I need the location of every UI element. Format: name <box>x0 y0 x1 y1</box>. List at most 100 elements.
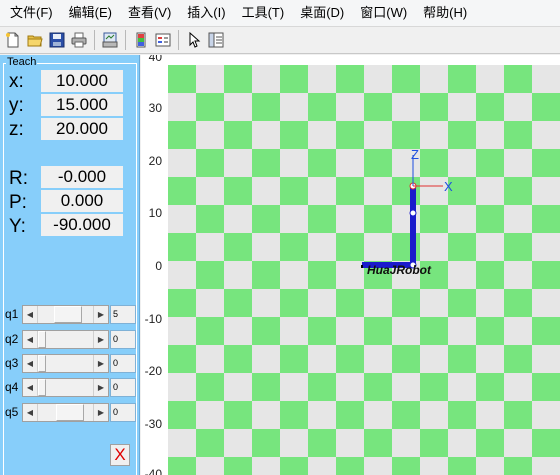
joint-value-3[interactable]: 0 <box>110 354 136 373</box>
checker-tile <box>196 401 224 429</box>
pointer-icon[interactable] <box>183 30 204 51</box>
checker-tile <box>532 317 560 345</box>
checker-tile <box>168 93 196 121</box>
checker-tile <box>364 289 392 317</box>
slider-thumb[interactable] <box>54 306 83 323</box>
checker-tile <box>224 233 252 261</box>
slider-thumb[interactable] <box>38 331 46 348</box>
print-figure-icon[interactable] <box>99 30 120 51</box>
checker-tile <box>252 261 280 289</box>
joint-slider-3[interactable]: ◀ ▶ <box>22 354 109 373</box>
checker-tile <box>168 177 196 205</box>
checker-tile <box>168 289 196 317</box>
checker-tile <box>476 457 504 475</box>
close-button[interactable]: X <box>110 444 130 466</box>
checker-tile <box>308 317 336 345</box>
checker-tile <box>196 233 224 261</box>
slider-left-arrow-icon[interactable]: ◀ <box>23 331 38 348</box>
checker-tile <box>392 65 420 93</box>
joint-slider-4[interactable]: ◀ ▶ <box>22 378 109 397</box>
coord-label-y: y: <box>9 95 24 116</box>
checker-tile <box>420 401 448 429</box>
checker-tile <box>280 121 308 149</box>
y-axis-ticks: 40 30 20 10 0 -10 -20 -30 -40 <box>145 50 163 475</box>
slider-left-arrow-icon[interactable]: ◀ <box>23 379 38 396</box>
checker-tile <box>476 121 504 149</box>
checker-tile <box>224 177 252 205</box>
joint-value-5[interactable]: 0 <box>110 403 136 422</box>
menu-window[interactable]: 窗口(W) <box>352 2 415 24</box>
slider-thumb[interactable] <box>56 404 85 421</box>
save-icon[interactable] <box>46 30 67 51</box>
coord-label-z: z: <box>9 119 24 140</box>
coord-value-p: 0.000 <box>41 190 123 212</box>
checker-tile <box>504 289 532 317</box>
slider-right-arrow-icon[interactable]: ▶ <box>93 306 108 323</box>
legend-icon[interactable] <box>152 30 173 51</box>
checker-tile <box>364 177 392 205</box>
checker-tile <box>364 205 392 233</box>
checker-tile <box>364 457 392 475</box>
joint-value-2[interactable]: 0 <box>110 330 136 349</box>
checker-tile <box>252 121 280 149</box>
open-folder-icon[interactable] <box>24 30 45 51</box>
slider-left-arrow-icon[interactable]: ◀ <box>23 306 38 323</box>
slider-thumb[interactable] <box>38 355 46 372</box>
print-icon[interactable] <box>68 30 89 51</box>
slider-right-arrow-icon[interactable]: ▶ <box>93 331 108 348</box>
menu-view[interactable]: 查看(V) <box>120 2 179 24</box>
checker-tile <box>532 205 560 233</box>
slider-thumb[interactable] <box>38 379 46 396</box>
joint-label-1: q1 <box>5 307 19 321</box>
checker-tile <box>308 65 336 93</box>
checker-tile <box>532 65 560 93</box>
checker-tile <box>252 65 280 93</box>
menu-edit[interactable]: 编辑(E) <box>61 2 120 24</box>
coord-value-x: 10.000 <box>41 70 123 92</box>
checker-tile <box>168 149 196 177</box>
menu-file[interactable]: 文件(F) <box>2 2 61 24</box>
checker-tile <box>196 289 224 317</box>
checker-tile <box>504 177 532 205</box>
checker-tile <box>448 373 476 401</box>
property-inspector-icon[interactable] <box>205 30 226 51</box>
checker-tile <box>336 345 364 373</box>
slider-left-arrow-icon[interactable]: ◀ <box>23 355 38 372</box>
menu-insert[interactable]: 插入(I) <box>179 2 233 24</box>
menu-desktop[interactable]: 桌面(D) <box>292 2 352 24</box>
colorbar-icon[interactable] <box>130 30 151 51</box>
checker-tile <box>504 429 532 457</box>
y-tick-label: -40 <box>145 467 163 475</box>
checker-tile <box>504 205 532 233</box>
checker-tile <box>364 317 392 345</box>
joint-slider-2[interactable]: ◀ ▶ <box>22 330 109 349</box>
checker-tile <box>196 261 224 289</box>
slider-left-arrow-icon[interactable]: ◀ <box>23 404 38 421</box>
checker-tile <box>448 345 476 373</box>
joint-value-4[interactable]: 0 <box>110 378 136 397</box>
checker-tile <box>448 401 476 429</box>
checker-tile <box>196 429 224 457</box>
joint-slider-5[interactable]: ◀ ▶ <box>22 403 109 422</box>
joint-value-1[interactable]: 5 <box>110 305 136 324</box>
checker-tile <box>280 373 308 401</box>
joint-slider-1[interactable]: ◀ ▶ <box>22 305 109 324</box>
new-file-icon[interactable] <box>2 30 23 51</box>
checker-tile <box>476 373 504 401</box>
checker-tile <box>224 121 252 149</box>
slider-right-arrow-icon[interactable]: ▶ <box>93 379 108 396</box>
checker-tile <box>364 65 392 93</box>
checker-tile <box>476 345 504 373</box>
checker-tile <box>280 233 308 261</box>
plot-canvas: 40 30 20 10 0 -10 -20 -30 -40 Z X HuaJRobot <box>145 50 560 475</box>
slider-right-arrow-icon[interactable]: ▶ <box>93 355 108 372</box>
checker-tile <box>392 401 420 429</box>
menu-tools[interactable]: 工具(T) <box>234 2 293 24</box>
checker-tile <box>252 317 280 345</box>
checker-tile <box>448 317 476 345</box>
checker-tile <box>420 289 448 317</box>
robot-plot[interactable]: 40 30 20 10 0 -10 -20 -30 -40 Z X HuaJRobot <box>141 50 560 475</box>
menu-help[interactable]: 帮助(H) <box>415 2 475 24</box>
checker-tile <box>420 345 448 373</box>
slider-right-arrow-icon[interactable]: ▶ <box>93 404 108 421</box>
